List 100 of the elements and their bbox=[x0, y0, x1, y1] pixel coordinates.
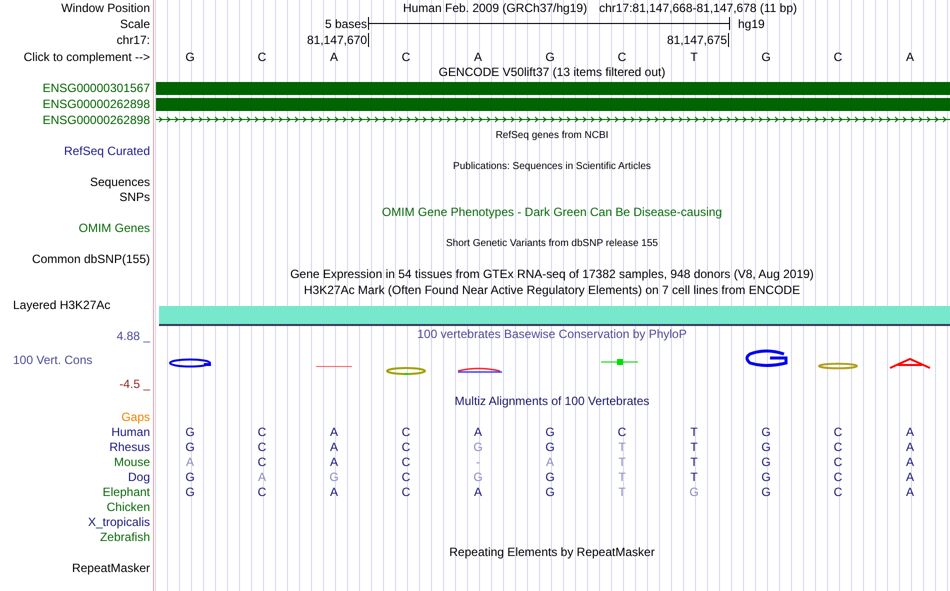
base-letter[interactable]: C bbox=[834, 50, 842, 64]
base-letter[interactable]: A bbox=[474, 50, 482, 64]
base-letter: G bbox=[545, 440, 555, 454]
gene-bar[interactable] bbox=[156, 82, 950, 94]
track-label[interactable]: Sequences bbox=[90, 174, 150, 188]
base-letter[interactable]: A bbox=[330, 50, 338, 64]
assembly-name: hg19 bbox=[737, 16, 766, 30]
track-label[interactable]: ENSG00000301567 bbox=[42, 81, 150, 95]
base-letter: G bbox=[545, 424, 555, 438]
base-letter: A bbox=[330, 484, 338, 498]
base-letter: C bbox=[834, 454, 842, 468]
base-letter[interactable]: G bbox=[545, 50, 555, 64]
track-label[interactable]: Layered H3K27Ac bbox=[13, 298, 110, 312]
coordinate-label: 81,147,670 bbox=[306, 33, 369, 47]
base-letter: C bbox=[402, 424, 410, 438]
base-letter: G bbox=[545, 484, 555, 498]
track-label[interactable]: ENSG00000262898 bbox=[42, 97, 150, 111]
axis-min-label: -4.5 _ bbox=[118, 377, 152, 391]
base-letter: C bbox=[258, 424, 266, 438]
base-letter: A bbox=[906, 424, 914, 438]
base-letter: C bbox=[834, 484, 842, 498]
base-letter: A bbox=[474, 484, 482, 498]
track-label[interactable]: 100 Vert. Cons bbox=[0, 353, 153, 367]
base-letter[interactable]: C bbox=[258, 50, 266, 64]
base-letter: T bbox=[618, 454, 626, 468]
track-label[interactable]: Common dbSNP(155) bbox=[32, 252, 150, 266]
base-letter: G bbox=[545, 470, 555, 484]
base-letter: - bbox=[476, 454, 480, 468]
base-letter: C bbox=[834, 424, 842, 438]
base-letter[interactable]: A bbox=[906, 50, 914, 64]
base-letter: G bbox=[473, 440, 483, 454]
base-letter: G bbox=[761, 440, 771, 454]
track-label[interactable]: Zebrafish bbox=[100, 530, 150, 544]
base-letter: A bbox=[330, 424, 338, 438]
base-letter: T bbox=[690, 424, 698, 438]
base-letter: C bbox=[834, 470, 842, 484]
base-letter: G bbox=[185, 440, 195, 454]
base-letter[interactable]: G bbox=[761, 50, 771, 64]
base-letter: A bbox=[906, 454, 914, 468]
track-label[interactable]: RepeatMasker bbox=[72, 560, 150, 574]
track-label[interactable]: Rhesus bbox=[109, 440, 150, 454]
base-letter: T bbox=[618, 484, 626, 498]
track-title: Publications: Sequences in Scientific Articles bbox=[453, 160, 651, 172]
base-letter: G bbox=[761, 484, 771, 498]
gene-bar[interactable] bbox=[156, 98, 950, 110]
track-label[interactable]: SNPs bbox=[119, 190, 150, 204]
base-letter[interactable]: C bbox=[402, 50, 410, 64]
track-label[interactable]: RefSeq Curated bbox=[64, 144, 150, 158]
base-letter: T bbox=[690, 470, 698, 484]
base-letter: G bbox=[185, 424, 195, 438]
track-title: 100 vertebrates Basewise Conservation by PhyloP bbox=[417, 327, 687, 341]
base-letter: C bbox=[402, 454, 410, 468]
track-label[interactable]: Mouse bbox=[114, 454, 150, 468]
track-label[interactable]: ENSG00000262898 bbox=[42, 112, 150, 126]
row-label: chr17: bbox=[116, 33, 150, 47]
track-label[interactable]: OMIM Genes bbox=[78, 220, 150, 234]
base-letter: C bbox=[402, 470, 410, 484]
track-title: Multiz Alignments of 100 Vertebrates bbox=[454, 394, 650, 408]
base-letter: G bbox=[185, 484, 195, 498]
base-letter: G bbox=[761, 470, 771, 484]
complement-link[interactable]: Click to complement --> bbox=[24, 50, 150, 64]
base-letter: G bbox=[761, 424, 771, 438]
base-letter: C bbox=[402, 484, 410, 498]
base-letter: G bbox=[185, 470, 195, 484]
track-label[interactable]: Elephant bbox=[102, 484, 150, 498]
base-letter: G bbox=[329, 470, 339, 484]
base-letter: G bbox=[689, 484, 699, 498]
coordinate-label: 81,147,675 bbox=[666, 33, 729, 47]
base-letter: A bbox=[906, 440, 914, 454]
base-letter: T bbox=[690, 454, 698, 468]
base-letter: T bbox=[618, 470, 626, 484]
base-letter: C bbox=[258, 440, 266, 454]
base-letter: T bbox=[618, 440, 626, 454]
base-letter: A bbox=[474, 424, 482, 438]
base-letter: G bbox=[761, 454, 771, 468]
base-letter: C bbox=[402, 440, 410, 454]
base-letter: A bbox=[186, 454, 194, 468]
base-letter[interactable]: C bbox=[618, 50, 626, 64]
base-letter: C bbox=[834, 440, 842, 454]
base-letter[interactable]: G bbox=[185, 50, 195, 64]
base-letter: A bbox=[330, 454, 338, 468]
base-letter: C bbox=[258, 454, 266, 468]
scale-text: 5 bases bbox=[324, 16, 368, 30]
row-label: Window Position bbox=[61, 1, 150, 15]
track-label[interactable]: Chicken bbox=[106, 500, 150, 514]
track-title: RefSeq genes from NCBI bbox=[496, 130, 608, 140]
base-letter: A bbox=[258, 470, 266, 484]
track-title: Gene Expression in 54 tissues from GTEx RNA-seq of 17382 samples, 948 donors (V8, Aug 2019) bbox=[290, 267, 814, 281]
track-title: GENCODE V50lift37 (13 items filtered out) bbox=[438, 65, 666, 79]
axis-max-label: 4.88 _ bbox=[116, 329, 152, 343]
base-letter: A bbox=[906, 484, 914, 498]
track-label[interactable]: Human bbox=[111, 424, 150, 438]
track-label[interactable]: Dog bbox=[128, 470, 150, 484]
track-title: H3K27Ac Mark (Often Found Near Active Regulatory Elements) on 7 cell lines from ENCODE bbox=[304, 283, 800, 297]
base-letter: A bbox=[906, 470, 914, 484]
base-letter: A bbox=[330, 440, 338, 454]
base-letter[interactable]: T bbox=[690, 50, 698, 64]
assembly-title: Human Feb. 2009 (GRCh37/hg19) bbox=[402, 1, 588, 15]
track-label[interactable]: X_tropicalis bbox=[88, 514, 150, 528]
track-title: Repeating Elements by RepeatMasker bbox=[449, 545, 655, 559]
